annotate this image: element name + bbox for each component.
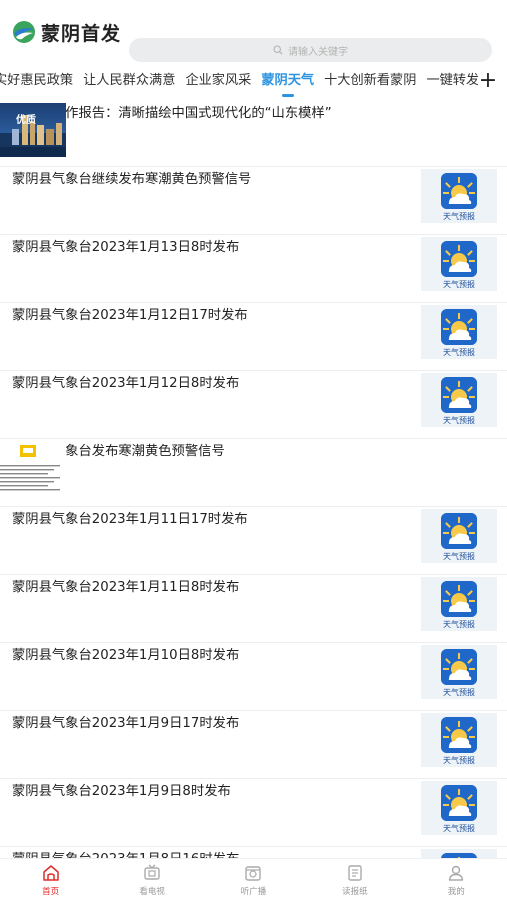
tab-2[interactable]: 企业家风采 xyxy=(185,68,251,98)
thumbnail-caption: 天气预报 xyxy=(443,212,475,221)
news-title[interactable]: 蒙阴县气象台2023年1月9日17时发布 xyxy=(12,715,407,733)
thumbnail-caption: 天气预报 xyxy=(443,280,475,289)
news-title[interactable]: 蒙阴县气象台2023年1月12日17时发布 xyxy=(12,307,407,325)
weather-icon xyxy=(441,377,477,413)
news-title[interactable]: 蒙阴县气象台发布寒潮黄色预警信号 xyxy=(12,443,407,461)
nav-label: 看电视 xyxy=(139,886,165,897)
news-item[interactable]: 省政府工作报告：清晰描绘中国式现代化的“山东模样” 优质 xyxy=(0,101,507,167)
news-item[interactable]: 蒙阴县气象台2023年1月9日17时发布 天气预报 xyxy=(0,711,507,779)
weather-icon xyxy=(441,309,477,345)
app-title: 蒙阴首发 xyxy=(41,22,122,45)
nav-item-0[interactable]: 首页 xyxy=(11,863,91,897)
news-title[interactable]: 省政府工作报告：清晰描绘中国式现代化的“山东模样” xyxy=(12,105,407,123)
weather-thumbnail[interactable]: 天气预报 xyxy=(421,237,497,291)
news-title[interactable]: 蒙阴县气象台2023年1月13日8时发布 xyxy=(12,239,407,257)
weather-icon xyxy=(441,513,477,549)
nav-label: 我的 xyxy=(447,886,465,897)
thumbnail-caption: 天气预报 xyxy=(443,688,475,697)
news-item[interactable]: 蒙阴县气象台2023年1月12日8时发布 天气预报 xyxy=(0,371,507,439)
weather-thumbnail[interactable]: 天气预报 xyxy=(421,305,497,359)
weather-icon xyxy=(441,717,477,753)
news-title[interactable]: 蒙阴县气象台2023年1月10日8时发布 xyxy=(12,647,407,665)
news-title[interactable]: 蒙阴县气象台2023年1月11日17时发布 xyxy=(12,511,407,529)
thumbnail-caption: 天气预报 xyxy=(443,620,475,629)
bottom-nav: 首页 看电视 听广播 读报纸 我的 xyxy=(0,858,507,900)
tabs-scroller[interactable]: 实好惠民政策 让人民群众满意 企业家风采 蒙阴天气 十大创新看蒙阴 一键转发 xyxy=(0,68,489,98)
nav-item-4[interactable]: 我的 xyxy=(416,863,496,897)
nav-label: 听广播 xyxy=(240,886,267,897)
radio-icon xyxy=(243,863,263,883)
weather-icon xyxy=(441,785,477,821)
weather-thumbnail[interactable]: 天气预报 xyxy=(421,577,497,631)
search-input[interactable]: 请输入关键字 xyxy=(129,38,492,62)
weather-icon xyxy=(441,241,477,277)
tab-0[interactable]: 实好惠民政策 xyxy=(0,68,73,98)
thumbnail-caption: 天气预报 xyxy=(443,824,475,833)
news-item[interactable]: 蒙阴县气象台2023年1月9日8时发布 天气预报 xyxy=(0,779,507,847)
thumbnail-caption: 天气预报 xyxy=(443,552,475,561)
warning-signal-icon xyxy=(0,445,60,491)
weather-thumbnail[interactable]: 天气预报 xyxy=(421,645,497,699)
document-thumbnail[interactable] xyxy=(0,441,66,495)
nav-item-1[interactable]: 看电视 xyxy=(112,863,192,897)
home-icon xyxy=(41,863,61,883)
weather-icon xyxy=(441,173,477,209)
nav-label: 首页 xyxy=(42,886,60,897)
nav-label: 读报纸 xyxy=(342,886,368,897)
thumbnail-caption: 天气预报 xyxy=(443,348,475,357)
news-list[interactable]: 省政府工作报告：清晰描绘中国式现代化的“山东模样” 优质 蒙阴县气象台继续发布寒潮… xyxy=(0,101,507,900)
tab-3[interactable]: 蒙阴天气 xyxy=(261,68,314,98)
news-title[interactable]: 蒙阴县气象台继续发布寒潮黄色预警信号 xyxy=(12,171,407,189)
tab-1[interactable]: 让人民群众满意 xyxy=(83,68,175,98)
weather-icon xyxy=(441,649,477,685)
tab-5[interactable]: 一键转发 xyxy=(426,68,479,98)
weather-icon xyxy=(441,581,477,617)
weather-thumbnail[interactable]: 天气预报 xyxy=(421,713,497,767)
thumbnail-caption: 天气预报 xyxy=(443,756,475,765)
newspaper-icon xyxy=(345,863,365,883)
news-title[interactable]: 蒙阴县气象台2023年1月9日8时发布 xyxy=(12,783,407,801)
news-item[interactable]: 蒙阴县气象台2023年1月10日8时发布 天气预报 xyxy=(0,643,507,711)
news-item[interactable]: 蒙阴县气象台继续发布寒潮黄色预警信号 天气预报 xyxy=(0,167,507,235)
tv-icon xyxy=(142,863,162,883)
weather-thumbnail[interactable]: 天气预报 xyxy=(421,169,497,223)
search-placeholder: 请输入关键字 xyxy=(288,46,348,58)
news-item[interactable]: 蒙阴县气象台2023年1月12日17时发布 天气预报 xyxy=(0,303,507,371)
logo-icon xyxy=(13,21,35,43)
news-item[interactable]: 蒙阴县气象台发布寒潮黄色预警信号 xyxy=(0,439,507,507)
tab-4[interactable]: 十大创新看蒙阴 xyxy=(324,68,416,98)
news-item[interactable]: 蒙阴县气象台2023年1月11日8时发布 天气预报 xyxy=(0,575,507,643)
news-title[interactable]: 蒙阴县气象台2023年1月11日8时发布 xyxy=(12,579,407,597)
channel-tabs: 实好惠民政策 让人民群众满意 企业家风采 蒙阴天气 十大创新看蒙阴 一键转发 xyxy=(0,68,507,98)
thumbnail-caption: 优质 xyxy=(16,115,36,126)
nav-item-3[interactable]: 读报纸 xyxy=(315,863,395,897)
news-title[interactable]: 蒙阴县气象台2023年1月12日8时发布 xyxy=(12,375,407,393)
user-icon xyxy=(446,863,466,883)
news-item[interactable]: 蒙阴县气象台2023年1月11日17时发布 天气预报 xyxy=(0,507,507,575)
search-icon xyxy=(273,45,283,55)
app-logo[interactable]: 蒙阴首发 xyxy=(12,19,121,46)
add-channel-button[interactable]: + xyxy=(478,69,498,95)
nav-item-2[interactable]: 听广播 xyxy=(213,863,293,897)
weather-thumbnail[interactable]: 天气预报 xyxy=(421,509,497,563)
thumbnail-caption: 天气预报 xyxy=(443,416,475,425)
weather-thumbnail[interactable]: 天气预报 xyxy=(421,781,497,835)
news-item[interactable]: 蒙阴县气象台2023年1月13日8时发布 天气预报 xyxy=(0,235,507,303)
weather-thumbnail[interactable]: 天气预报 xyxy=(421,373,497,427)
city-photo-thumbnail[interactable]: 优质 xyxy=(0,103,66,157)
